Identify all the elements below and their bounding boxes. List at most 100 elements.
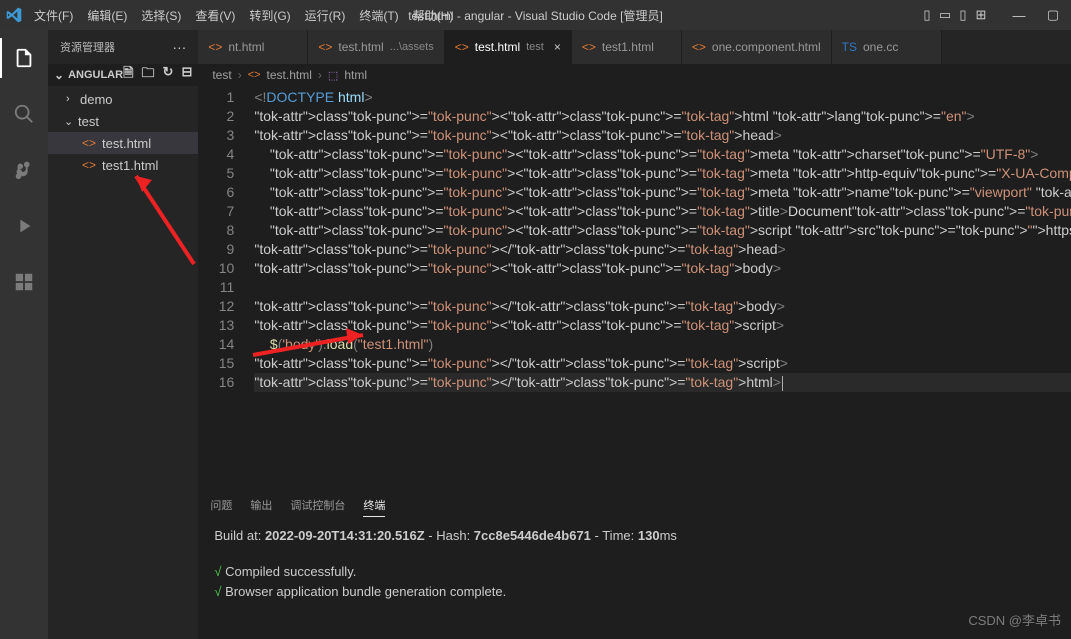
code-line[interactable]: "tok-attr">class"tok-punc">="tok-punc"><…	[254, 126, 1071, 145]
layout-controls: ▯ ▭ ▯ ⊞	[919, 7, 989, 23]
ts-file-icon: TS	[842, 40, 857, 54]
editor-tab[interactable]: <> test1.html	[572, 30, 682, 64]
tree-label: test1.html	[102, 158, 158, 173]
terminal-line: √ Browser application bundle generation …	[214, 582, 1071, 602]
file-tree-file[interactable]: <>test.html	[48, 132, 198, 154]
menu-item[interactable]: 运行(R)	[299, 3, 352, 28]
code-line[interactable]: "tok-attr">class"tok-punc">="tok-punc"><…	[254, 373, 1071, 392]
chevron-right-icon: ›	[238, 68, 242, 82]
explorer-icon[interactable]	[0, 38, 48, 78]
sidebar-title: 资源管理器	[60, 39, 115, 55]
maximize-icon[interactable]: ▢	[1045, 7, 1061, 23]
menu-item[interactable]: 查看(V)	[189, 3, 241, 28]
extensions-icon[interactable]	[0, 262, 48, 302]
code-line[interactable]: $('body').load("test1.html")	[254, 335, 1071, 354]
tab-label: test.html	[338, 40, 383, 54]
editor-tab[interactable]: <> nt.html	[198, 30, 308, 64]
code-line[interactable]: "tok-attr">class"tok-punc">="tok-punc"><…	[254, 316, 1071, 335]
chevron-down-icon: ⌄	[54, 68, 64, 82]
editor-tab[interactable]: <>test.html test×	[445, 30, 572, 64]
minimize-icon[interactable]: —	[1011, 7, 1027, 23]
tree-label: test	[78, 114, 99, 129]
code-line[interactable]: "tok-attr">class"tok-punc">="tok-punc"><…	[254, 107, 1071, 126]
watermark: CSDN @李卓书	[968, 610, 1061, 629]
panel-tab[interactable]: 输出	[250, 494, 272, 516]
run-debug-icon[interactable]	[0, 206, 48, 246]
editor-tab[interactable]: TS one.cc	[832, 30, 942, 64]
source-control-icon[interactable]	[0, 150, 48, 190]
system-controls: — ▢	[1011, 7, 1061, 23]
close-icon[interactable]: ×	[554, 40, 561, 54]
new-file-icon[interactable]: 🗎	[123, 64, 133, 86]
toggle-panel-right-icon[interactable]: ▯	[955, 7, 971, 23]
html-file-icon: <>	[82, 136, 96, 150]
html-file-icon: <>	[82, 158, 96, 172]
menu-item[interactable]: 转到(G)	[243, 3, 296, 28]
file-tree: ›demo⌄test<>test.html<>test1.html	[48, 86, 198, 176]
customize-layout-icon[interactable]: ⊞	[973, 7, 989, 23]
search-icon[interactable]	[0, 94, 48, 134]
breadcrumb-folder: test	[212, 68, 231, 82]
tab-label: nt.html	[228, 40, 264, 54]
code-line[interactable]: "tok-attr">class"tok-punc">="tok-punc"><…	[254, 297, 1071, 316]
code-line[interactable]: "tok-attr">class"tok-punc">="tok-punc"><…	[254, 240, 1071, 259]
new-folder-icon[interactable]: 🗀	[142, 64, 155, 86]
refresh-icon[interactable]: ↻	[163, 64, 174, 86]
editor-tabs: <> nt.html <> test.html ...\assets <> test.ht…	[198, 30, 1071, 64]
html-file-icon: <>	[582, 40, 596, 54]
sidebar-more-icon[interactable]: ···	[172, 39, 186, 55]
window-title: test.html - angular - Visual Studio Code…	[408, 7, 663, 24]
window-controls: ▯ ▭ ▯ ⊞ — ▢	[919, 7, 1065, 23]
code-line[interactable]: <!DOCTYPE html>	[254, 88, 1071, 107]
html-file-icon: <>	[318, 40, 332, 54]
tree-label: demo	[80, 92, 113, 107]
toggle-panel-left-icon[interactable]: ▯	[919, 7, 935, 23]
editor-group: <> nt.html <> test.html ...\assets <> test.ht…	[198, 30, 1071, 639]
breadcrumb[interactable]: test › <> test.html › ⬚ html	[198, 64, 1071, 86]
sidebar: 资源管理器 ··· ⌄ ANGULAR 🗎 🗀 ↻ ⊟ ›demo⌄test<>…	[48, 30, 198, 639]
panel-tab[interactable]: 终端	[363, 494, 385, 517]
code-content[interactable]: <!DOCTYPE html>"tok-attr">class"tok-punc…	[254, 86, 1071, 489]
menu-item[interactable]: 终端(T)	[353, 3, 404, 28]
explorer-root[interactable]: ⌄ ANGULAR 🗎 🗀 ↻ ⊟	[48, 64, 198, 86]
chevron-icon: ⌄	[64, 115, 76, 128]
breadcrumb-symbol: html	[344, 68, 367, 82]
editor-tab[interactable]: <> test.html ...\assets	[308, 30, 444, 64]
panel-tab[interactable]: 调试控制台	[290, 494, 345, 516]
breadcrumb-file: test.html	[267, 68, 312, 82]
code-line[interactable]: "tok-attr">class"tok-punc">="tok-punc"><…	[254, 354, 1071, 373]
tab-label: test.html	[475, 40, 520, 54]
code-line[interactable]: "tok-attr">class"tok-punc">="tok-punc"><…	[254, 183, 1071, 202]
tab-label: test1.html	[602, 40, 654, 54]
line-gutter: 12345678910111213141516	[198, 86, 254, 489]
html-file-icon: <>	[208, 40, 222, 54]
file-tree-file[interactable]: <> test1.html	[48, 154, 198, 176]
tab-label: one.component.html	[712, 40, 821, 54]
html-file-icon: <>	[248, 69, 261, 81]
collapse-icon[interactable]: ⊟	[181, 64, 192, 86]
file-tree-folder[interactable]: ›demo	[48, 88, 198, 110]
menu-item[interactable]: 选择(S)	[135, 3, 187, 28]
panel-tab[interactable]: 问题	[210, 494, 232, 516]
tab-path: ...\assets	[390, 41, 434, 53]
terminal-content[interactable]: Build at: 2022-09-20T14:31:20.516Z - Has…	[198, 520, 1071, 639]
chevron-icon: ›	[66, 93, 78, 105]
code-line[interactable]: "tok-attr">class"tok-punc">="tok-punc"><…	[254, 145, 1071, 164]
terminal-line: √ Compiled successfully.	[214, 562, 1071, 582]
code-editor[interactable]: 12345678910111213141516 <!DOCTYPE html>"…	[198, 86, 1071, 489]
symbol-icon: ⬚	[328, 69, 338, 82]
html-file-icon: <>	[455, 40, 469, 54]
tab-label: one.cc	[863, 40, 898, 54]
file-tree-folder[interactable]: ⌄test	[48, 110, 198, 132]
html-file-icon: <>	[692, 40, 706, 54]
code-line[interactable]: "tok-attr">class"tok-punc">="tok-punc"><…	[254, 164, 1071, 183]
menu-item[interactable]: 文件(F)	[28, 3, 79, 28]
editor-tab[interactable]: <> one.component.html	[682, 30, 832, 64]
code-line[interactable]: "tok-attr">class"tok-punc">="tok-punc"><…	[254, 259, 1071, 278]
toggle-panel-bottom-icon[interactable]: ▭	[937, 7, 953, 23]
code-line[interactable]: "tok-attr">class"tok-punc">="tok-punc"><…	[254, 202, 1071, 221]
code-line[interactable]	[254, 278, 1071, 297]
menu-item[interactable]: 编辑(E)	[81, 3, 133, 28]
chevron-right-icon: ›	[318, 68, 322, 82]
code-line[interactable]: "tok-attr">class"tok-punc">="tok-punc"><…	[254, 221, 1071, 240]
